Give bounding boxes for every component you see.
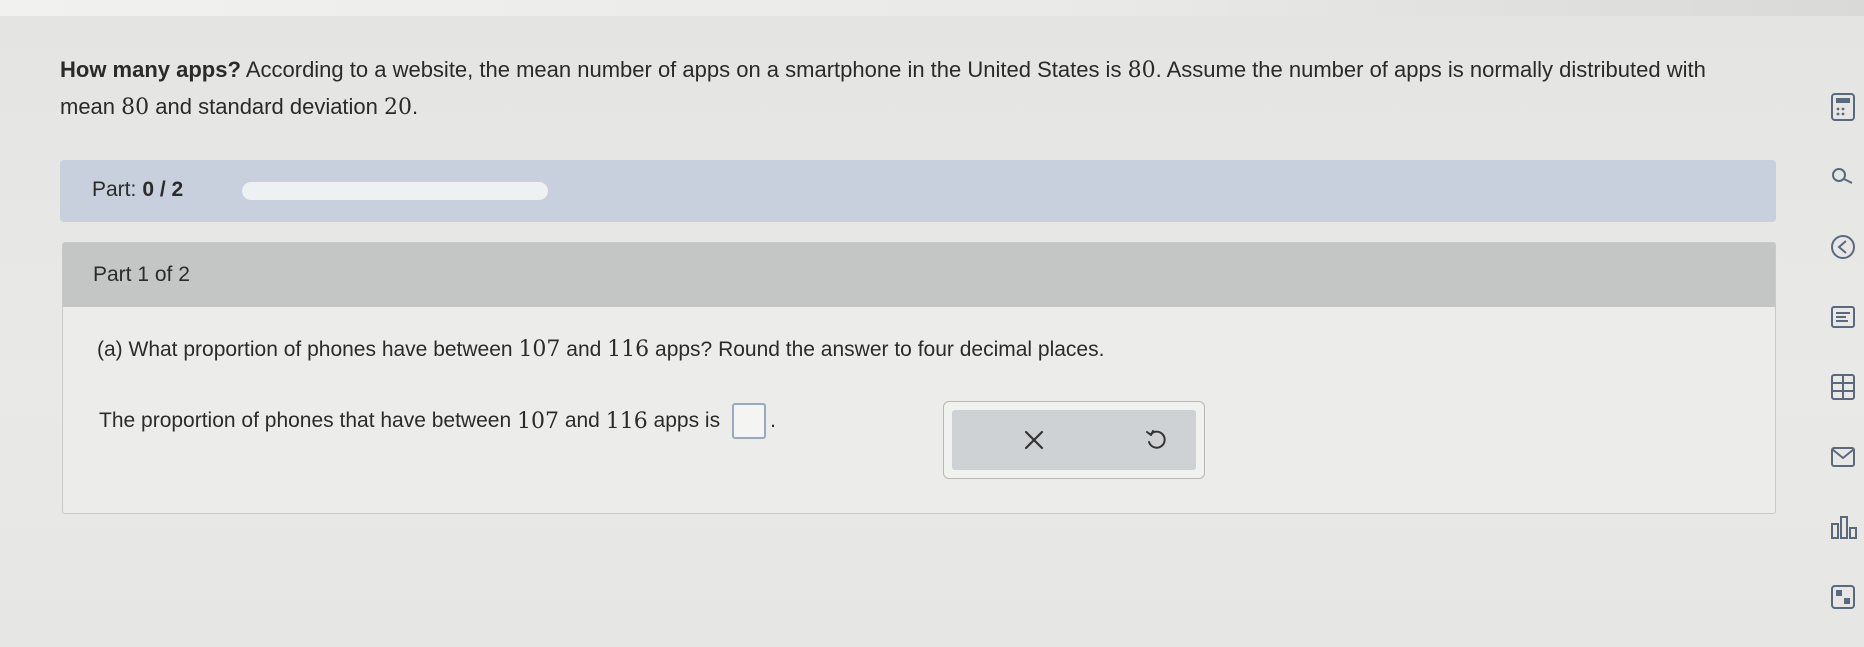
side-toolbar xyxy=(1822,80,1864,620)
problem-mean-repeat: 80 xyxy=(121,95,150,120)
answer-line: The proportion of phones that have betwe… xyxy=(99,403,776,439)
table-icon[interactable] xyxy=(1830,370,1864,404)
page: How many apps? According to a website, t… xyxy=(0,0,1864,647)
question-and: and xyxy=(566,338,602,361)
problem-sd: 20 xyxy=(384,95,413,120)
grid-icon[interactable] xyxy=(1830,580,1864,614)
undo-button[interactable] xyxy=(1136,420,1176,460)
question-high: 116 xyxy=(607,337,650,362)
question-text: (a) What proportion of phones have betwe… xyxy=(97,337,1104,362)
arrow-icon[interactable] xyxy=(1830,230,1864,264)
answer-input[interactable] xyxy=(732,403,767,439)
progress-label: Part: 0 / 2 xyxy=(92,178,183,202)
question-text-1: (a) What proportion of phones have betwe… xyxy=(97,338,513,361)
chart-icon[interactable] xyxy=(1830,510,1864,544)
search-icon[interactable] xyxy=(1830,160,1864,194)
problem-text-4: . xyxy=(412,94,419,119)
progress-label-text: Part: xyxy=(92,178,137,201)
part-card: Part 1 of 2 (a) What proportion of phone… xyxy=(62,242,1776,514)
question-text-2: apps? Round the answer to four decimal p… xyxy=(655,338,1105,361)
part-header-label: Part 1 of 2 xyxy=(93,263,190,286)
mail-icon[interactable] xyxy=(1830,440,1864,474)
answer-text-1: The proportion of phones that have betwe… xyxy=(99,409,512,432)
close-icon xyxy=(1024,430,1044,450)
progress-track xyxy=(242,182,548,200)
problem-text-1: According to a website, the mean number … xyxy=(245,57,1122,82)
clear-button[interactable] xyxy=(1014,420,1054,460)
answer-tools xyxy=(943,401,1205,479)
problem-title: How many apps? xyxy=(60,57,241,82)
question-low: 107 xyxy=(518,337,561,362)
answer-period: . xyxy=(770,409,776,432)
calculator-icon[interactable] xyxy=(1830,90,1864,124)
problem-mean: 80 xyxy=(1127,58,1156,83)
answer-low: 107 xyxy=(516,408,559,434)
progress-bar-panel: Part: 0 / 2 xyxy=(60,160,1776,222)
answer-text-2: apps is xyxy=(653,409,721,432)
part-header: Part 1 of 2 xyxy=(63,243,1775,307)
progress-fraction: 0 / 2 xyxy=(142,178,184,201)
problem-statement: How many apps? According to a website, t… xyxy=(60,52,1720,126)
list-icon[interactable] xyxy=(1830,300,1864,334)
answer-and: and xyxy=(564,409,600,432)
top-shade xyxy=(0,0,1864,16)
undo-icon xyxy=(1146,430,1166,449)
answer-tools-inner xyxy=(952,410,1196,470)
answer-high: 116 xyxy=(605,408,648,434)
problem-text-3: and standard deviation xyxy=(155,94,378,119)
